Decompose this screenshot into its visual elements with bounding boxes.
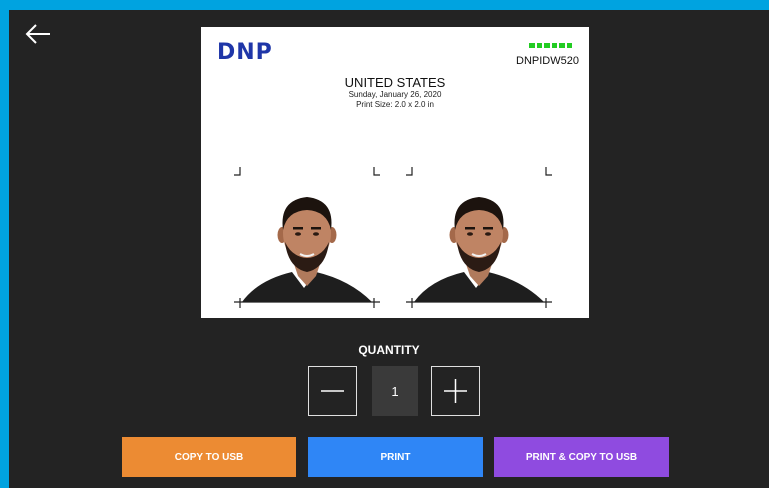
status-dot [536,43,542,48]
copy-to-usb-button[interactable]: COPY TO USB [122,437,296,477]
quantity-value: 1 [372,366,418,416]
id-photo-left [234,160,380,308]
back-arrow-icon[interactable] [23,21,53,47]
plus-icon [444,379,467,403]
print-and-copy-to-usb-button[interactable]: PRINT & COPY TO USB [494,437,669,477]
status-dot [551,43,557,48]
decrease-quantity-button[interactable] [308,366,357,416]
printer-status-indicator [529,43,572,48]
print-screen: DNP DNPIDW520 UNITED STATES Sunday, Janu… [9,10,769,488]
print-button[interactable]: PRINT [308,437,483,477]
quantity-label: QUANTITY [358,343,420,357]
minus-icon [321,390,344,392]
print-preview: DNP DNPIDW520 UNITED STATES Sunday, Janu… [201,27,589,318]
printer-model: DNPIDW520 [516,55,579,67]
increase-quantity-button[interactable] [431,366,480,416]
status-dot [566,43,572,48]
status-dot [529,43,535,48]
print-date: Sunday, January 26, 2020 [348,90,442,99]
status-dot [559,43,565,48]
id-photo-right [406,160,552,308]
brand-logo: DNP [217,40,273,65]
document-country: UNITED STATES [344,75,446,90]
status-dot [544,43,550,48]
print-size: Print Size: 2.0 x 2.0 in [356,100,434,109]
